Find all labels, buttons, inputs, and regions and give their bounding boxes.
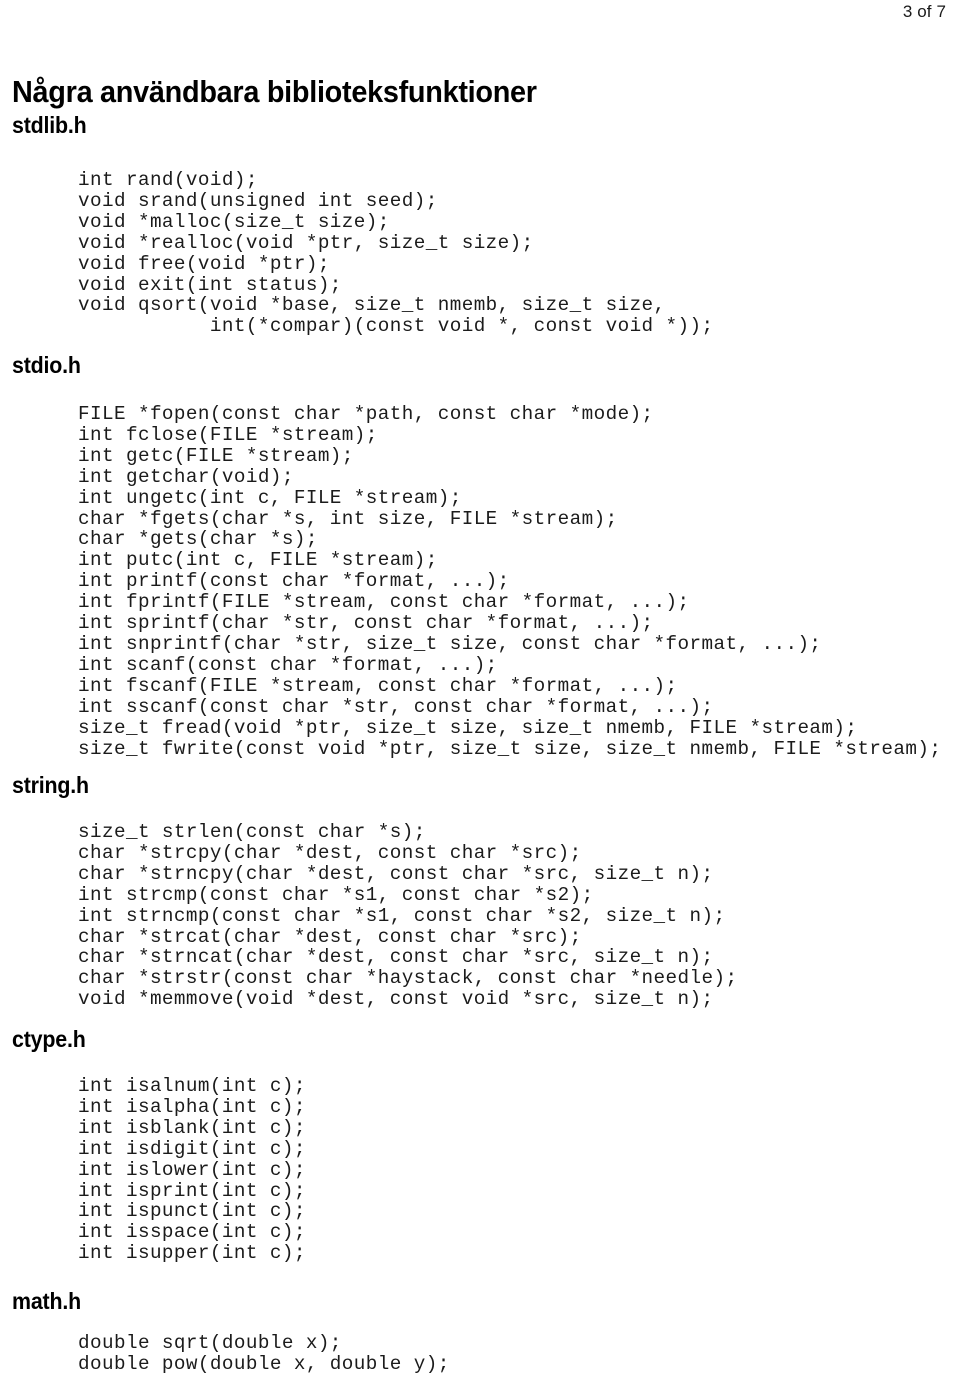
page-number-label: 3 of 7 bbox=[902, 2, 946, 21]
section-heading-stdlib: stdlib.h bbox=[12, 112, 87, 138]
code-block-stdlib: int rand(void); void srand(unsigned int … bbox=[78, 169, 714, 338]
section-heading-math: math.h bbox=[12, 1288, 82, 1314]
code-block-string: size_t strlen(const char *s); char *strc… bbox=[78, 821, 738, 1011]
code-block-math: double sqrt(double x); double pow(double… bbox=[78, 1332, 450, 1375]
code-block-ctype: int isalnum(int c); int isalpha(int c); … bbox=[78, 1075, 306, 1265]
section-heading-ctype: ctype.h bbox=[12, 1026, 86, 1052]
document-page: 3 of 7 Några användbara biblioteksfunkti… bbox=[0, 0, 960, 1374]
page-title: Några användbara biblioteksfunktioner bbox=[12, 73, 537, 109]
section-heading-stdio: stdio.h bbox=[12, 352, 81, 378]
section-heading-string: string.h bbox=[12, 772, 89, 798]
code-block-stdio: FILE *fopen(const char *path, const char… bbox=[78, 403, 942, 760]
